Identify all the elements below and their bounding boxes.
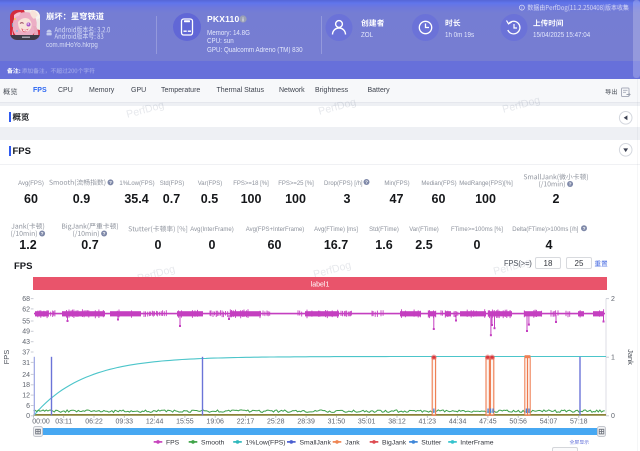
svg-text:68: 68 <box>22 296 30 303</box>
svg-text:55: 55 <box>22 318 30 325</box>
svg-text:FPS: FPS <box>166 440 180 447</box>
svg-text:44:34: 44:34 <box>449 418 467 425</box>
svg-text:03:11: 03:11 <box>55 418 72 425</box>
svg-text:38:12: 38:12 <box>388 418 406 425</box>
svg-text:19:06: 19:06 <box>206 418 224 425</box>
svg-text:54:07: 54:07 <box>540 418 558 425</box>
svg-text:22:17: 22:17 <box>237 418 255 425</box>
svg-text:0: 0 <box>26 413 30 420</box>
svg-text:Jank: Jank <box>345 440 360 447</box>
svg-text:BigJank: BigJank <box>382 440 407 447</box>
svg-text:37: 37 <box>22 349 30 356</box>
svg-text:1%Low(FPS): 1%Low(FPS) <box>246 440 286 447</box>
svg-text:12:44: 12:44 <box>146 418 164 425</box>
svg-text:28:39: 28:39 <box>297 418 315 425</box>
svg-text:?: ? <box>41 231 44 236</box>
svg-text:50:56: 50:56 <box>509 418 527 425</box>
svg-text:Smooth: Smooth <box>201 440 225 447</box>
svg-text:Jank: Jank <box>626 349 635 365</box>
svg-text:47:45: 47:45 <box>479 418 497 425</box>
svg-text:i: i <box>521 6 522 11</box>
svg-text:?: ? <box>103 231 106 236</box>
svg-text:2: 2 <box>611 296 615 303</box>
svg-text:00:00: 00:00 <box>32 418 50 425</box>
svg-text:12: 12 <box>22 393 30 400</box>
svg-text:25:28: 25:28 <box>267 418 285 425</box>
svg-text:0: 0 <box>611 413 615 420</box>
svg-text:?: ? <box>365 180 368 185</box>
svg-text:?: ? <box>109 180 112 185</box>
svg-text:31: 31 <box>22 360 30 367</box>
svg-text:57:18: 57:18 <box>570 418 588 425</box>
svg-text:?: ? <box>569 182 572 187</box>
svg-text:49: 49 <box>22 329 30 336</box>
svg-text:31:50: 31:50 <box>328 418 346 425</box>
svg-text:?: ? <box>583 226 586 231</box>
svg-text:24: 24 <box>22 372 30 379</box>
svg-text:62: 62 <box>22 306 30 313</box>
svg-text:Stutter: Stutter <box>421 440 442 447</box>
svg-text:09:33: 09:33 <box>116 418 134 425</box>
svg-text:FPS: FPS <box>2 350 11 365</box>
svg-text:1: 1 <box>611 355 615 362</box>
svg-text:06:22: 06:22 <box>85 418 103 425</box>
svg-text:18: 18 <box>22 382 30 389</box>
svg-text:43: 43 <box>22 339 30 346</box>
svg-text:15:55: 15:55 <box>176 418 194 425</box>
svg-text:InterFrame: InterFrame <box>460 440 493 447</box>
svg-text:label1: label1 <box>311 281 330 288</box>
svg-text:35:01: 35:01 <box>358 418 376 425</box>
svg-text:41:23: 41:23 <box>419 418 437 425</box>
svg-text:SmallJank: SmallJank <box>300 440 332 447</box>
svg-text:6: 6 <box>26 403 30 410</box>
